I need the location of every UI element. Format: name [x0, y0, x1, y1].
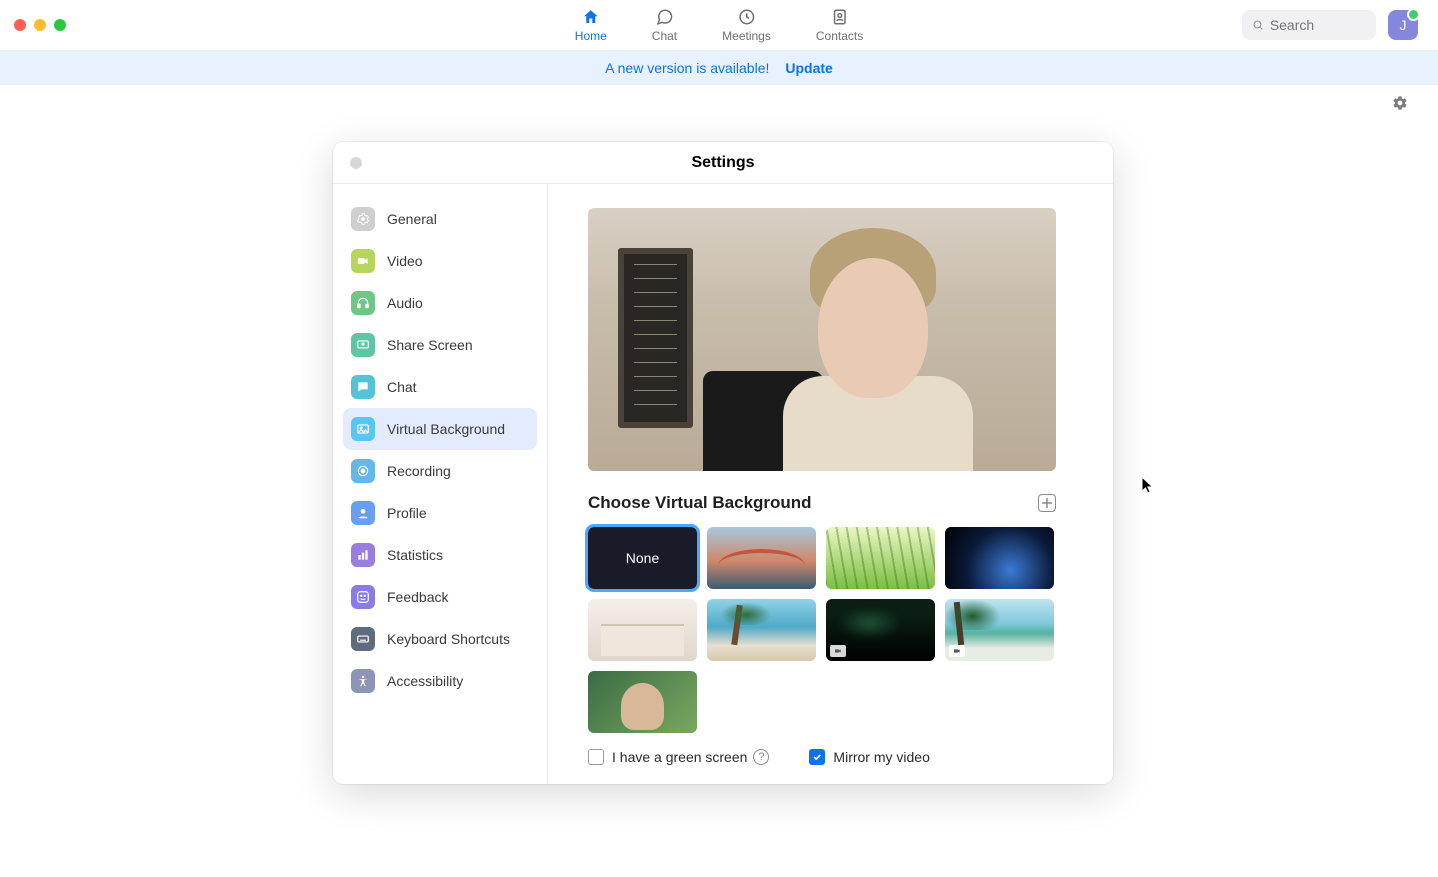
nav-tab-contacts[interactable]: Contacts	[816, 7, 863, 43]
settings-sidebar: General Video Audio Share Screen Chat Virtual…	[333, 184, 548, 784]
meetings-icon	[737, 7, 757, 27]
nav-tab-chat[interactable]: Chat	[652, 7, 677, 43]
sidebar-item-recording[interactable]: Recording	[343, 450, 537, 492]
background-thumbnails: None	[588, 527, 1066, 733]
sidebar-item-label: Chat	[387, 379, 417, 395]
video-icon	[351, 249, 375, 273]
video-badge-icon	[949, 645, 965, 657]
choose-vbg-title: Choose Virtual Background	[588, 493, 812, 513]
header-right: J	[1242, 10, 1418, 40]
gear-icon	[1392, 95, 1408, 111]
sidebar-item-label: Virtual Background	[387, 421, 505, 437]
sidebar-item-audio[interactable]: Audio	[343, 282, 537, 324]
avatar-initial: J	[1400, 17, 1407, 33]
sidebar-item-feedback[interactable]: Feedback	[343, 576, 537, 618]
settings-gear-button[interactable]	[1392, 95, 1408, 116]
chat-icon	[654, 7, 674, 27]
mirror-video-label: Mirror my video	[833, 749, 929, 765]
sidebar-item-label: Accessibility	[387, 673, 463, 689]
sidebar-item-label: Profile	[387, 505, 427, 521]
headphones-icon	[351, 291, 375, 315]
smile-icon	[351, 585, 375, 609]
vbg-thumb-none[interactable]: None	[588, 527, 697, 589]
window-controls	[14, 19, 66, 31]
vbg-thumb-aurora[interactable]	[826, 599, 935, 661]
sidebar-item-profile[interactable]: Profile	[343, 492, 537, 534]
chat-icon	[351, 375, 375, 399]
vbg-thumb-earth[interactable]	[945, 527, 1054, 589]
settings-content: Choose Virtual Background None I have a …	[548, 184, 1113, 784]
sidebar-item-label: Keyboard Shortcuts	[387, 631, 510, 647]
update-button[interactable]: Update	[785, 60, 832, 76]
sidebar-item-label: Feedback	[387, 589, 448, 605]
vbg-thumb-room[interactable]	[588, 599, 697, 661]
checkbox-icon	[588, 749, 604, 765]
person-icon	[351, 501, 375, 525]
checkbox-icon	[809, 749, 825, 765]
keyboard-icon	[351, 627, 375, 651]
sidebar-item-video[interactable]: Video	[343, 240, 537, 282]
profile-avatar[interactable]: J	[1388, 10, 1418, 40]
sidebar-item-label: Share Screen	[387, 337, 473, 353]
sidebar-item-shortcuts[interactable]: Keyboard Shortcuts	[343, 618, 537, 660]
nav-tab-label: Meetings	[722, 29, 771, 43]
contacts-icon	[830, 7, 850, 27]
gear-icon	[351, 207, 375, 231]
sidebar-item-access[interactable]: Accessibility	[343, 660, 537, 702]
add-background-button[interactable]	[1038, 494, 1056, 512]
vbg-thumb-person[interactable]	[588, 671, 697, 733]
green-screen-help-button[interactable]: ?	[753, 749, 769, 765]
vbg-thumb-palm[interactable]	[707, 599, 816, 661]
nav-tab-label: Chat	[652, 29, 677, 43]
video-badge-icon	[830, 645, 846, 657]
settings-close-button[interactable]	[350, 157, 362, 169]
sidebar-item-share[interactable]: Share Screen	[343, 324, 537, 366]
settings-modal: Settings General Video Audio Share Screen Ch…	[333, 142, 1113, 784]
nav-tab-home[interactable]: Home	[575, 7, 607, 43]
vbg-thumb-bridge[interactable]	[707, 527, 816, 589]
sidebar-item-general[interactable]: General	[343, 198, 537, 240]
image-icon	[351, 417, 375, 441]
app-titlebar: Home Chat Meetings Contacts J	[0, 0, 1438, 51]
plus-icon	[1042, 498, 1052, 508]
settings-modal-header: Settings	[333, 142, 1113, 184]
search-input[interactable]	[1270, 17, 1366, 33]
sidebar-item-label: Statistics	[387, 547, 443, 563]
search-icon	[1252, 18, 1264, 32]
video-preview	[588, 208, 1056, 471]
window-close-button[interactable]	[14, 19, 26, 31]
share-icon	[351, 333, 375, 357]
sidebar-item-label: Recording	[387, 463, 451, 479]
mirror-video-checkbox[interactable]: Mirror my video	[809, 749, 929, 765]
sidebar-item-label: General	[387, 211, 437, 227]
stats-icon	[351, 543, 375, 567]
vbg-options: I have a green screen ? Mirror my video	[588, 749, 1083, 765]
access-icon	[351, 669, 375, 693]
window-maximize-button[interactable]	[54, 19, 66, 31]
nav-tab-label: Contacts	[816, 29, 863, 43]
sidebar-item-label: Video	[387, 253, 423, 269]
nav-tab-label: Home	[575, 29, 607, 43]
green-screen-label: I have a green screen	[612, 749, 747, 765]
window-minimize-button[interactable]	[34, 19, 46, 31]
nav-tab-meetings[interactable]: Meetings	[722, 7, 771, 43]
vbg-thumb-grass[interactable]	[826, 527, 935, 589]
sidebar-item-vbg[interactable]: Virtual Background	[343, 408, 537, 450]
sidebar-item-chat[interactable]: Chat	[343, 366, 537, 408]
home-icon	[581, 7, 601, 27]
update-banner: A new version is available! Update	[0, 51, 1438, 85]
vbg-none-label: None	[626, 550, 659, 566]
update-message: A new version is available!	[605, 60, 769, 76]
search-box[interactable]	[1242, 10, 1376, 40]
sidebar-item-stats[interactable]: Statistics	[343, 534, 537, 576]
record-icon	[351, 459, 375, 483]
settings-title: Settings	[691, 154, 754, 172]
sidebar-item-label: Audio	[387, 295, 423, 311]
cursor-icon	[1141, 476, 1155, 494]
main-nav: Home Chat Meetings Contacts	[575, 0, 863, 50]
vbg-thumb-beach[interactable]	[945, 599, 1054, 661]
green-screen-checkbox[interactable]: I have a green screen ?	[588, 749, 769, 765]
